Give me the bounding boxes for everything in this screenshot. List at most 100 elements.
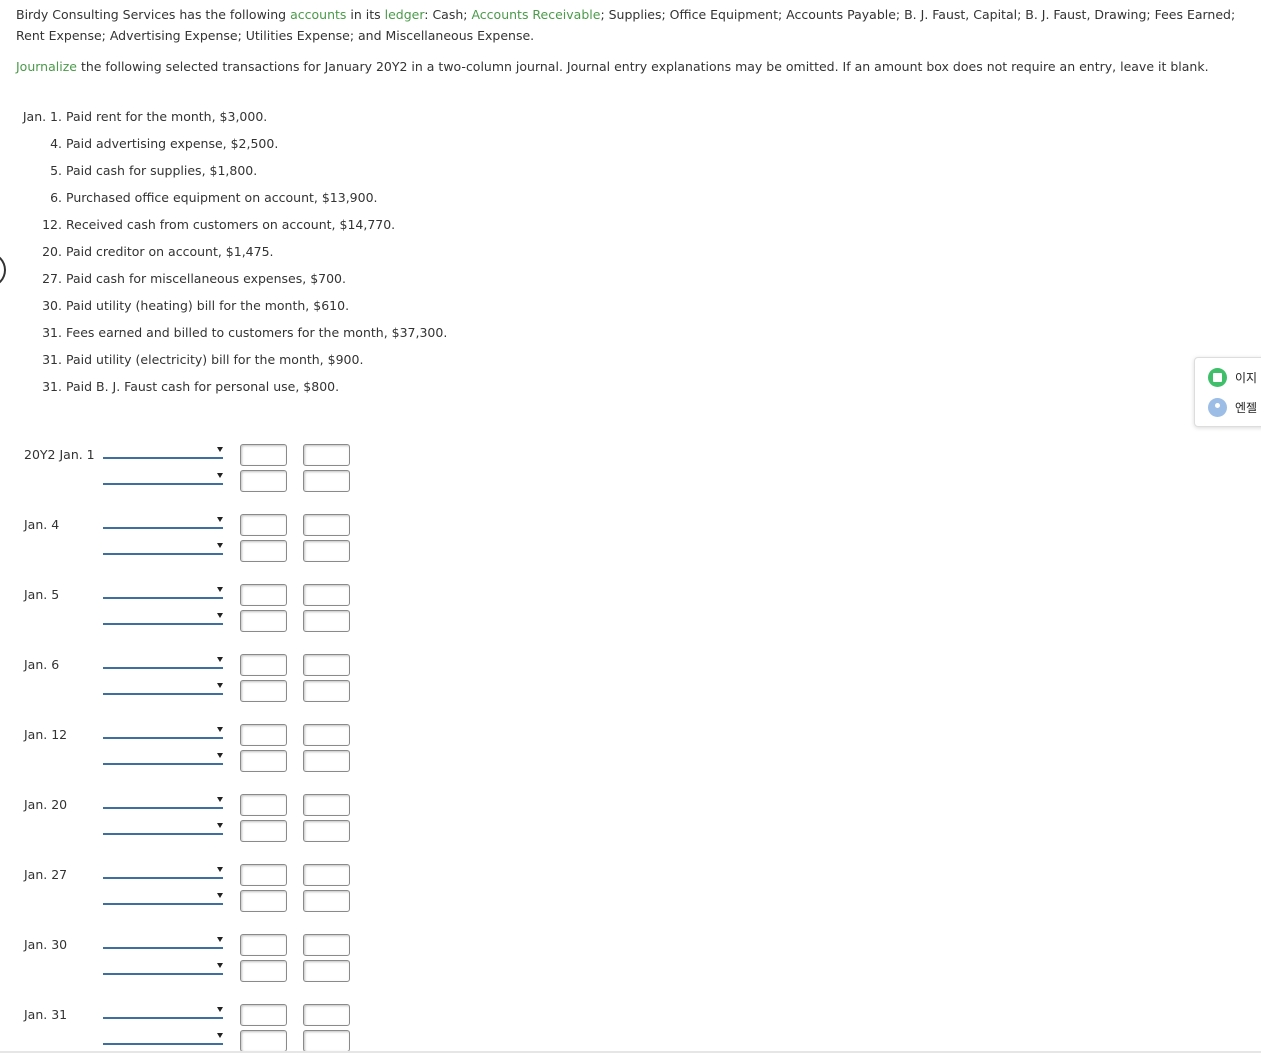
journal-entry: Jan. 31	[0, 1003, 400, 1063]
credit-account-select[interactable]	[103, 891, 223, 905]
dropdown-arrow-icon	[217, 727, 223, 732]
transaction-item: 6. Purchased office equipment on account,…	[0, 188, 378, 208]
debit-account-select[interactable]	[103, 655, 223, 669]
transaction-date: Jan. 1.	[22, 109, 62, 124]
accounts-receivable-link[interactable]: Accounts Receivable	[471, 7, 600, 22]
debit-amount-input[interactable]	[240, 680, 287, 702]
credit-amount-input[interactable]	[303, 610, 350, 632]
debit-account-select[interactable]	[103, 725, 223, 739]
transaction-item: 31. Paid B. J. Faust cash for personal us…	[0, 377, 339, 397]
floating-widget: 이지 엔젤	[1194, 357, 1261, 427]
credit-amount-input[interactable]	[303, 724, 350, 746]
dropdown-arrow-icon	[217, 753, 223, 758]
intro-text-3: : Cash;	[424, 7, 472, 22]
dropdown-arrow-icon	[217, 543, 223, 548]
credit-account-select[interactable]	[103, 751, 223, 765]
credit-account-select[interactable]	[103, 821, 223, 835]
debit-amount-input[interactable]	[240, 750, 287, 772]
dropdown-arrow-icon	[217, 937, 223, 942]
credit-amount-input[interactable]	[303, 1030, 350, 1052]
debit-account-select[interactable]	[103, 585, 223, 599]
credit-amount-input[interactable]	[303, 750, 350, 772]
credit-account-select[interactable]	[103, 961, 223, 975]
calendar-icon	[1208, 368, 1227, 387]
intro-text-2: in its	[346, 7, 385, 22]
debit-amount-input[interactable]	[240, 654, 287, 676]
debit-amount-input[interactable]	[240, 470, 287, 492]
dropdown-arrow-icon	[217, 447, 223, 452]
credit-account-select[interactable]	[103, 541, 223, 555]
debit-amount-input[interactable]	[240, 1004, 287, 1026]
journal-entry: Jan. 30	[0, 933, 400, 993]
credit-amount-input[interactable]	[303, 680, 350, 702]
debit-amount-input[interactable]	[240, 864, 287, 886]
credit-amount-input[interactable]	[303, 794, 350, 816]
debit-amount-input[interactable]	[240, 960, 287, 982]
credit-account-select[interactable]	[103, 1031, 223, 1045]
debit-amount-input[interactable]	[240, 1030, 287, 1052]
debit-account-select[interactable]	[103, 445, 223, 459]
transaction-date: 31.	[42, 379, 62, 394]
credit-amount-input[interactable]	[303, 1004, 350, 1026]
transaction-description: Paid cash for miscellaneous expenses, $7…	[66, 271, 346, 286]
transaction-description: Paid B. J. Faust cash for personal use, …	[66, 379, 340, 394]
debit-amount-input[interactable]	[240, 444, 287, 466]
debit-amount-input[interactable]	[240, 794, 287, 816]
widget-item-2-label: 엔젤	[1235, 401, 1258, 415]
debit-amount-input[interactable]	[240, 584, 287, 606]
credit-account-select[interactable]	[103, 611, 223, 625]
debit-account-select[interactable]	[103, 1005, 223, 1019]
debit-amount-input[interactable]	[240, 820, 287, 842]
transaction-item: 31. Fees earned and billed to customers f…	[0, 323, 447, 343]
accounts-link[interactable]: accounts	[290, 7, 346, 22]
credit-amount-input[interactable]	[303, 934, 350, 956]
debit-account-select[interactable]	[103, 935, 223, 949]
credit-amount-input[interactable]	[303, 584, 350, 606]
credit-amount-input[interactable]	[303, 514, 350, 536]
debit-amount-input[interactable]	[240, 514, 287, 536]
debit-amount-input[interactable]	[240, 724, 287, 746]
transaction-date: 5.	[50, 163, 62, 178]
credit-amount-input[interactable]	[303, 654, 350, 676]
dropdown-arrow-icon	[217, 1033, 223, 1038]
dropdown-arrow-icon	[217, 657, 223, 662]
transaction-item: Jan. 1. Paid rent for the month, $3,000.	[0, 107, 267, 127]
dropdown-arrow-icon	[217, 823, 223, 828]
entry-date: Jan. 5	[24, 587, 60, 602]
instructions: Journalize the following selected transa…	[16, 57, 1248, 77]
instructions-text: the following selected transactions for …	[76, 59, 1209, 74]
entry-date: Jan. 12	[24, 727, 68, 742]
debit-amount-input[interactable]	[240, 540, 287, 562]
transaction-item: 4. Paid advertising expense, $2,500.	[0, 134, 278, 154]
entry-date: Jan. 4	[24, 517, 60, 532]
transaction-description: Purchased office equipment on account, $…	[66, 190, 378, 205]
dropdown-arrow-icon	[217, 797, 223, 802]
debit-account-select[interactable]	[103, 865, 223, 879]
debit-account-select[interactable]	[103, 795, 223, 809]
widget-item-1[interactable]: 이지	[1208, 368, 1257, 388]
credit-account-select[interactable]	[103, 681, 223, 695]
journalize-link[interactable]: Journalize	[16, 59, 77, 74]
credit-amount-input[interactable]	[303, 864, 350, 886]
credit-account-select[interactable]	[103, 471, 223, 485]
debit-amount-input[interactable]	[240, 610, 287, 632]
dropdown-arrow-icon	[217, 683, 223, 688]
credit-amount-input[interactable]	[303, 820, 350, 842]
debit-account-select[interactable]	[103, 515, 223, 529]
widget-item-2[interactable]: 엔젤	[1208, 398, 1257, 418]
debit-amount-input[interactable]	[240, 890, 287, 912]
transaction-item: 27. Paid cash for miscellaneous expenses,…	[0, 269, 346, 289]
credit-amount-input[interactable]	[303, 960, 350, 982]
credit-amount-input[interactable]	[303, 470, 350, 492]
dropdown-arrow-icon	[217, 587, 223, 592]
credit-amount-input[interactable]	[303, 444, 350, 466]
entry-date: Jan. 31	[24, 1007, 68, 1022]
transaction-description: Paid advertising expense, $2,500.	[66, 136, 279, 151]
credit-amount-input[interactable]	[303, 540, 350, 562]
debit-amount-input[interactable]	[240, 934, 287, 956]
credit-amount-input[interactable]	[303, 890, 350, 912]
transaction-date: 27.	[42, 271, 62, 286]
ledger-link[interactable]: ledger	[385, 7, 425, 22]
problem-intro: Birdy Consulting Services has the follow…	[16, 4, 1248, 46]
transaction-description: Received cash from customers on account,…	[66, 217, 396, 232]
